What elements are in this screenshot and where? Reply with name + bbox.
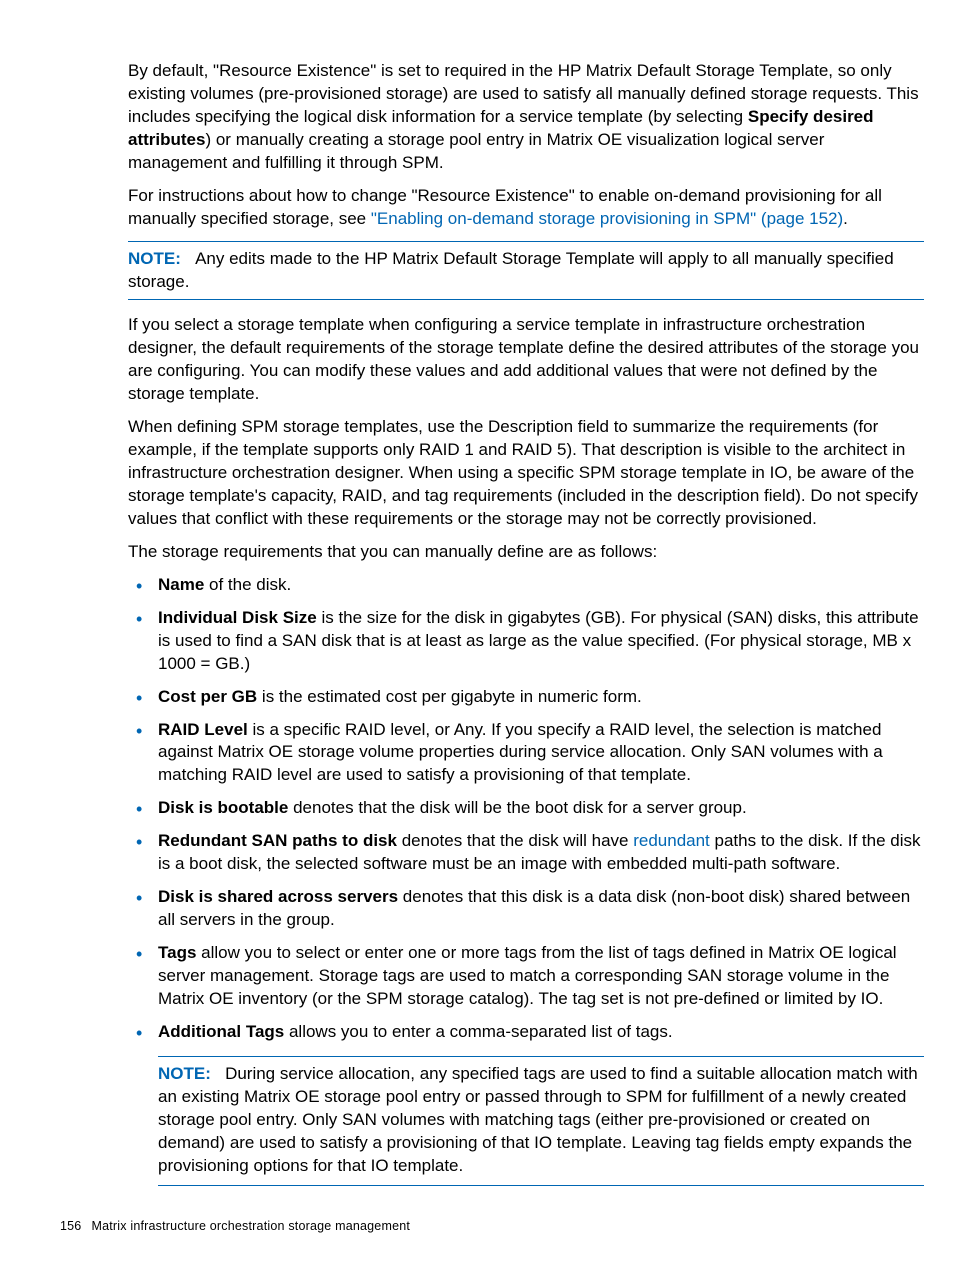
- term-raid-level: RAID Level: [158, 720, 248, 739]
- text: allows you to enter a comma-separated li…: [284, 1022, 672, 1041]
- link-redundant[interactable]: redundant: [633, 831, 710, 850]
- page: By default, "Resource Existence" is set …: [0, 0, 954, 1271]
- paragraph-default-resource: By default, "Resource Existence" is set …: [128, 60, 924, 175]
- list-item: Disk is shared across servers denotes th…: [158, 886, 924, 932]
- term-disk-size: Individual Disk Size: [158, 608, 317, 627]
- list-item: Individual Disk Size is the size for the…: [158, 607, 924, 676]
- paragraph-defining-spm: When defining SPM storage templates, use…: [128, 416, 924, 531]
- note-paragraph: NOTE: Any edits made to the HP Matrix De…: [128, 248, 924, 294]
- list-item: Name of the disk.: [158, 574, 924, 597]
- term-additional-tags: Additional Tags: [158, 1022, 284, 1041]
- paragraph-requirements-intro: The storage requirements that you can ma…: [128, 541, 924, 564]
- text: is a specific RAID level, or Any. If you…: [158, 720, 883, 785]
- page-number: 156: [60, 1219, 81, 1233]
- text: of the disk.: [204, 575, 291, 594]
- list-item: Disk is bootable denotes that the disk w…: [158, 797, 924, 820]
- link-enabling-on-demand[interactable]: "Enabling on-demand storage provisioning…: [371, 209, 843, 228]
- text: denotes that the disk will have: [397, 831, 633, 850]
- text: allow you to select or enter one or more…: [158, 943, 897, 1008]
- note-block-tags: NOTE: During service allocation, any spe…: [158, 1056, 924, 1187]
- note-label: NOTE:: [128, 249, 181, 268]
- list-item: Tags allow you to select or enter one or…: [158, 942, 924, 1011]
- requirements-list: Name of the disk. Individual Disk Size i…: [128, 574, 924, 1187]
- term-name: Name: [158, 575, 204, 594]
- term-cost-per-gb: Cost per GB: [158, 687, 257, 706]
- list-item: Redundant SAN paths to disk denotes that…: [158, 830, 924, 876]
- note-label: NOTE:: [158, 1064, 211, 1083]
- note-text: Any edits made to the HP Matrix Default …: [128, 249, 894, 291]
- list-item: Cost per GB is the estimated cost per gi…: [158, 686, 924, 709]
- text: .: [843, 209, 848, 228]
- term-disk-shared: Disk is shared across servers: [158, 887, 398, 906]
- term-disk-bootable: Disk is bootable: [158, 798, 288, 817]
- text: ) or manually creating a storage pool en…: [128, 130, 824, 172]
- page-footer: 156 Matrix infrastructure orchestration s…: [60, 1218, 410, 1235]
- term-redundant-paths: Redundant SAN paths to disk: [158, 831, 397, 850]
- note-block-edits: NOTE: Any edits made to the HP Matrix De…: [128, 241, 924, 301]
- paragraph-instructions: For instructions about how to change "Re…: [128, 185, 924, 231]
- list-item: Additional Tags allows you to enter a co…: [158, 1021, 924, 1187]
- text: is the estimated cost per gigabyte in nu…: [257, 687, 642, 706]
- footer-title: Matrix infrastructure orchestration stor…: [91, 1219, 410, 1233]
- paragraph-select-template: If you select a storage template when co…: [128, 314, 924, 406]
- text: denotes that the disk will be the boot d…: [288, 798, 746, 817]
- note-paragraph: NOTE: During service allocation, any spe…: [158, 1063, 924, 1178]
- term-tags: Tags: [158, 943, 196, 962]
- note-text: During service allocation, any specified…: [158, 1064, 918, 1175]
- content-column: By default, "Resource Existence" is set …: [128, 60, 924, 1186]
- list-item: RAID Level is a specific RAID level, or …: [158, 719, 924, 788]
